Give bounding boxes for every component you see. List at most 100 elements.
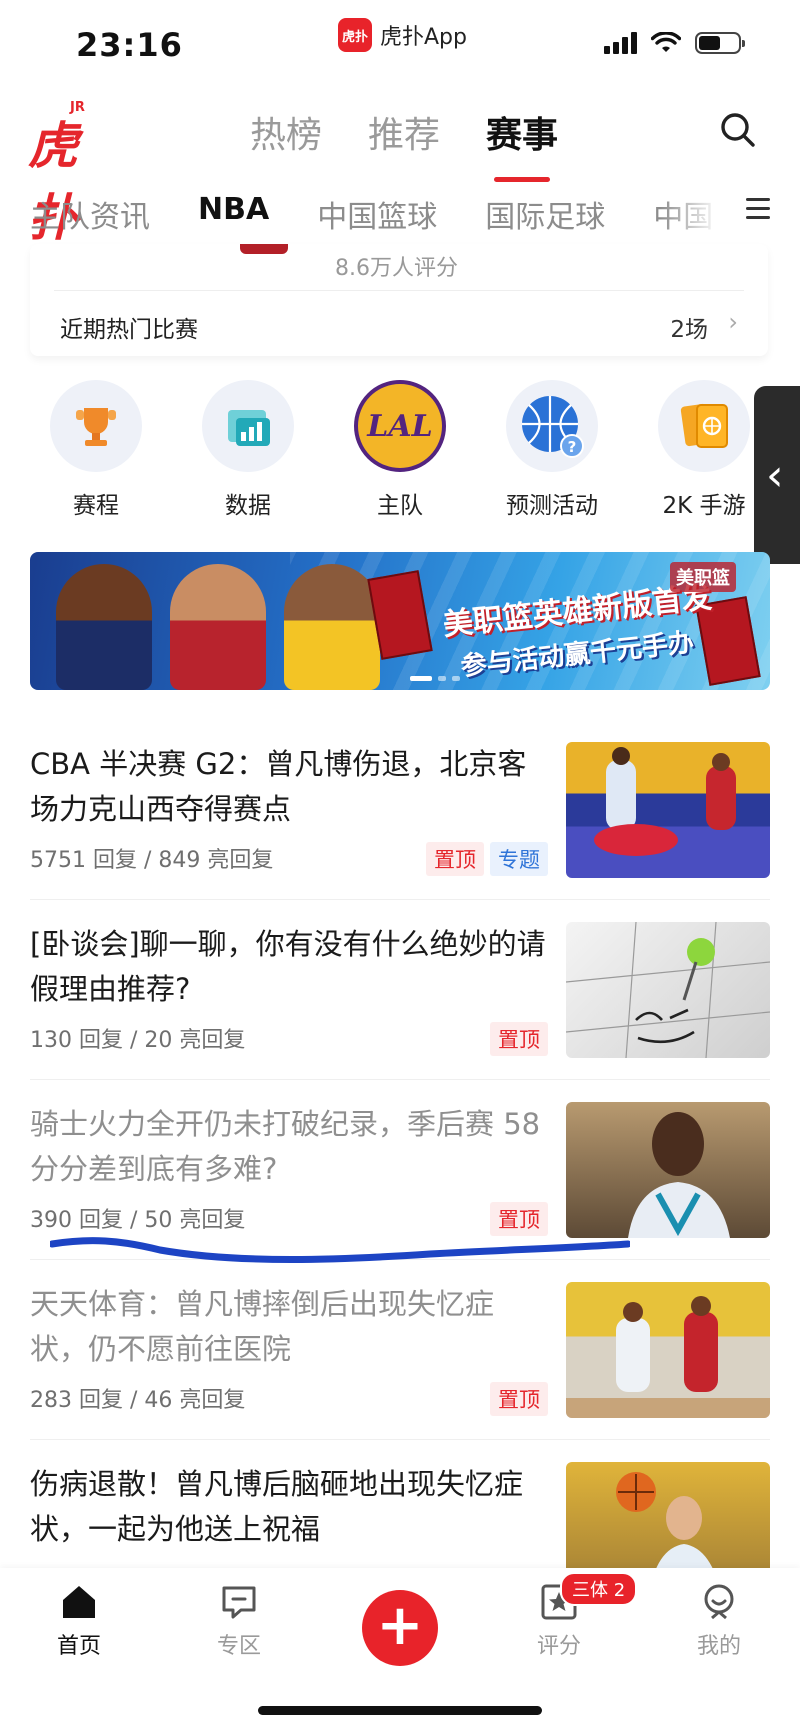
quick-entry-home-team[interactable]: LAL 主队 xyxy=(335,380,465,520)
tab-events[interactable]: 赛事 xyxy=(486,106,558,182)
news-tags: 置顶 xyxy=(490,1202,548,1236)
team-card: 8.6万人评分 近期热门比赛 2场 › xyxy=(30,244,768,356)
news-meta: 5751 回复 / 849 亮回复 xyxy=(30,848,274,873)
quick-entry-label: 数据 xyxy=(225,493,271,519)
sub-tabs: 主队资讯 NBA 中国篮球 国际足球 中国 xyxy=(30,192,720,236)
news-tags: 置顶 xyxy=(490,1022,548,1056)
chevron-left-icon: ‹ xyxy=(766,450,784,501)
quick-entry-data[interactable]: 数据 xyxy=(183,380,313,520)
banner-player-3 xyxy=(284,564,380,690)
hupu-logo[interactable]: 虎扑 JR xyxy=(28,100,98,247)
calendar-pin-image xyxy=(566,922,770,1058)
quick-entry-label: 主队 xyxy=(377,493,423,519)
wifi-icon xyxy=(651,32,681,52)
trophy-icon xyxy=(50,380,142,472)
news-meta: 283 回复 / 46 亮回复 xyxy=(30,1388,246,1413)
news-item[interactable]: 天天体育：曾凡博摔倒后出现失忆症状，仍不愿前往医院 283 回复 / 46 亮回… xyxy=(0,1260,800,1440)
nav-home[interactable]: 首页 xyxy=(29,1582,129,1660)
cards-icon xyxy=(658,380,750,472)
nav-zone[interactable]: 专区 xyxy=(189,1582,289,1660)
quick-entry-label: 2K 手游 xyxy=(662,493,746,519)
sub-tab-nba[interactable]: NBA xyxy=(198,192,269,236)
team-rating-text: 8.6万人评分 xyxy=(335,256,458,281)
app-mini-logo-text: 虎扑 xyxy=(341,29,368,45)
news-thumbnail xyxy=(566,742,770,878)
hot-games-count: 2场 xyxy=(670,317,708,343)
battery-icon xyxy=(695,32,745,54)
topic-tag: 专题 xyxy=(490,842,548,876)
sub-tab-china-basketball[interactable]: 中国篮球 xyxy=(317,192,437,236)
nav-label: 评分 xyxy=(536,1634,581,1659)
top-header: 虎扑 JR 热榜 推荐 赛事 xyxy=(0,90,800,247)
side-drawer-handle[interactable]: ‹ xyxy=(754,386,800,564)
news-meta: 390 回复 / 50 亮回复 xyxy=(30,1208,246,1233)
plus-icon[interactable]: + xyxy=(362,1590,438,1666)
app-name: 虎扑App xyxy=(380,25,467,50)
pinned-tag: 置顶 xyxy=(426,842,484,876)
chart-icon xyxy=(202,380,294,472)
basketball-game-image xyxy=(566,1296,770,1418)
battery-fill xyxy=(699,36,720,50)
search-icon[interactable] xyxy=(718,110,758,150)
status-bar: 23:16 虎扑 虎扑App xyxy=(0,0,800,90)
promo-banner[interactable]: 美职篮英雄新版首发 参与活动赢千元手办 美职篮 xyxy=(30,552,770,690)
quick-entry-prediction[interactable]: ? 预测活动 xyxy=(487,380,617,520)
news-item[interactable]: [卧谈会]聊一聊，你有没有什么绝妙的请假理由推荐? 130 回复 / 20 亮回… xyxy=(0,900,800,1080)
chevron-right-icon: › xyxy=(728,308,738,336)
news-tags: 置顶 专题 xyxy=(426,842,548,876)
quick-entry-label: 预测活动 xyxy=(506,493,598,519)
nav-label: 首页 xyxy=(56,1634,101,1659)
news-thumbnail xyxy=(566,1282,770,1418)
banner-pagination xyxy=(410,676,460,681)
basketball-players-image xyxy=(594,747,736,856)
news-item[interactable]: 骑士火力全开仍未打破纪录，季后赛 58 分分差到底有多难? 390 回复 / 5… xyxy=(0,1080,800,1260)
team-emblem xyxy=(240,244,288,254)
tab-recommend[interactable]: 推荐 xyxy=(368,106,440,158)
quick-entry-2k-mobile[interactable]: 2K 手游 xyxy=(639,380,769,520)
nav-profile[interactable]: 我的 xyxy=(669,1582,769,1660)
status-time: 23:16 xyxy=(76,26,183,64)
banner-brand: 美职篮 xyxy=(670,562,736,592)
banner-player-2 xyxy=(170,564,266,690)
chat-bubble-icon xyxy=(222,1586,256,1619)
nav-label: 专区 xyxy=(216,1634,261,1659)
sub-nav-fade xyxy=(660,188,720,236)
pinned-tag: 置顶 xyxy=(490,1022,548,1056)
hot-games-row[interactable]: 近期热门比赛 2场 › xyxy=(30,290,768,356)
banner-player-1 xyxy=(56,564,152,690)
sub-nav: 主队资讯 NBA 中国篮球 国际足球 中国 xyxy=(0,180,800,244)
pinned-tag: 置顶 xyxy=(490,1202,548,1236)
app-mini-logo: 虎扑 xyxy=(338,18,372,52)
svg-text:?: ? xyxy=(568,438,577,456)
news-item[interactable]: CBA 半决赛 G2：曾凡博伤退，北京客场力克山西夺得赛点 5751 回复 / … xyxy=(0,720,800,900)
home-indicator xyxy=(258,1706,542,1715)
news-title: [卧谈会]聊一聊，你有没有什么绝妙的请假理由推荐? xyxy=(30,927,546,1006)
nav-label: 我的 xyxy=(696,1634,741,1659)
profile-icon xyxy=(704,1584,734,1620)
pinned-tag: 置顶 xyxy=(490,1382,548,1416)
quick-entry-schedule[interactable]: 赛程 xyxy=(31,380,161,520)
basketball-question-icon: ? xyxy=(506,380,598,472)
lakers-logo-text: LAL xyxy=(367,408,433,444)
home-icon xyxy=(63,1586,95,1618)
news-thumbnail xyxy=(566,922,770,1058)
player-portrait-image xyxy=(628,1112,730,1238)
sub-tab-intl-football[interactable]: 国际足球 xyxy=(485,192,605,236)
lakers-logo-icon: LAL xyxy=(354,380,446,472)
news-title: 伤病退散！曾凡博后脑砸地出现失忆症状，一起为他送上祝福 xyxy=(30,1467,524,1546)
news-thumbnail xyxy=(566,1102,770,1238)
tab-hot-list[interactable]: 热榜 xyxy=(250,106,322,158)
notification-badge: 三体 2 xyxy=(560,1572,638,1606)
news-title: 天天体育：曾凡博摔倒后出现失忆症状，仍不愿前往医院 xyxy=(30,1287,495,1366)
hamburger-menu-icon[interactable] xyxy=(746,198,770,225)
app-indicator: 虎扑 虎扑App xyxy=(338,18,467,52)
news-tags: 置顶 xyxy=(490,1382,548,1416)
quick-entries: 赛程 数据 LAL 主队 ? 预测活动 2K 手游 xyxy=(0,380,800,530)
news-title: 骑士火力全开仍未打破纪录，季后赛 58 分分差到底有多难? xyxy=(30,1107,541,1186)
logo-jr-badge: JR xyxy=(70,100,85,115)
cellular-signal-icon xyxy=(604,32,637,54)
sub-tab-home-team[interactable]: 主队资讯 xyxy=(30,192,150,236)
main-tabs: 热榜 推荐 赛事 xyxy=(250,106,558,182)
status-icons xyxy=(604,32,745,54)
news-meta: 130 回复 / 20 亮回复 xyxy=(30,1028,246,1053)
